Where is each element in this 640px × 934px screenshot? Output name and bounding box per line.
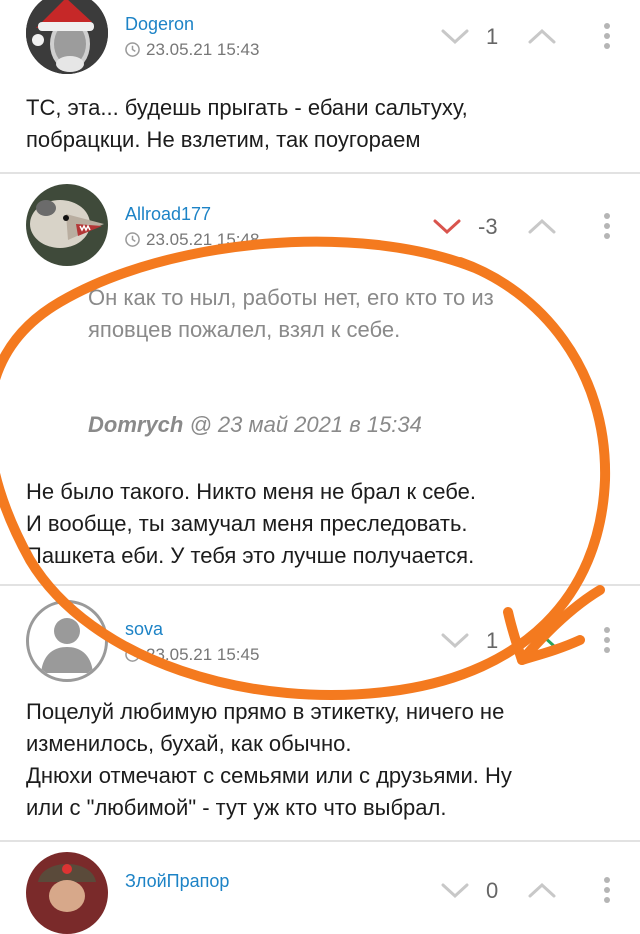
upvote-button[interactable] [527,881,557,899]
divider [0,840,640,842]
divider [0,172,640,174]
author-name[interactable]: Dogeron [125,14,194,35]
comment-line: побрацкци. Не взлетим, так поугораем [26,127,421,152]
comment-text: Не было такого. Никто меня не брал к себ… [26,476,476,572]
comment-timestamp: 23.05.21 15:48 [125,230,259,250]
more-options-icon[interactable] [602,212,612,240]
avatar[interactable] [26,852,108,934]
comment-line: изменилось, бухай, как обычно. [26,731,352,756]
comment-line: Пашкета еби. У тебя это лучше получается… [26,543,475,568]
soldier-avatar-icon [26,852,108,934]
quoted-text: Он как то ныл, работы нет, его кто то из… [88,282,494,346]
quote-line: Он как то ныл, работы нет, его кто то из [88,285,494,310]
santa-hat-avatar-icon [26,0,108,74]
comment-score: 0 [486,878,499,903]
author-name[interactable]: Allroad177 [125,204,211,225]
comment-timestamp: 23.05.21 15:45 [125,645,259,665]
downvote-button[interactable] [440,632,470,650]
quote-line: яповцев пожалел, взял к себе. [88,317,401,342]
avatar[interactable] [26,0,108,74]
timestamp-text: 23.05.21 15:48 [146,230,260,249]
clock-icon [125,232,140,247]
timestamp-text: 23.05.21 15:43 [146,40,260,59]
more-options-icon[interactable] [602,876,612,904]
quote-author[interactable]: Domrych [88,412,183,437]
divider [0,584,640,586]
comment-line: Днюхи отмечают с семьями или с друзьями.… [26,763,512,788]
clock-icon [125,647,140,662]
avatar[interactable] [26,600,108,682]
quote-attribution: Domrych @ 23 май 2021 в 15:34 [88,412,422,438]
downvote-button[interactable] [440,28,470,46]
comment-line: Поцелуй любимую прямо в этикетку, ничего… [26,699,505,724]
downvote-button[interactable] [440,882,470,900]
avatar[interactable] [26,184,108,266]
comment-line: И вообще, ты замучал меня преследовать. [26,511,468,536]
upvote-button[interactable] [527,27,557,45]
opossum-avatar-icon [26,184,108,266]
more-options-icon[interactable] [602,22,612,50]
comment-line: Не было такого. Никто меня не брал к себ… [26,479,476,504]
comment-text: ТС, эта... будешь прыгать - ебани сальту… [26,92,468,156]
clock-icon [125,42,140,57]
downvote-button-active[interactable] [432,218,462,236]
timestamp-text: 23.05.21 15:45 [146,645,260,664]
comment-timestamp: 23.05.21 15:43 [125,40,259,60]
upvote-button[interactable] [527,217,557,235]
comment-score: 1 [486,24,499,49]
default-user-avatar-icon [41,618,93,673]
more-options-icon[interactable] [602,626,612,654]
comment-score: 1 [486,628,499,653]
quote-date: @ 23 май 2021 в 15:34 [189,412,422,437]
comment-line: или с "любимой" - тут уж кто что выбрал. [26,795,447,820]
comment-line: ТС, эта... будешь прыгать - ебани сальту… [26,95,468,120]
comment-score: -3 [478,214,498,239]
author-name[interactable]: sova [125,619,163,640]
upvote-button-active[interactable] [527,631,557,649]
comment-text: Поцелуй любимую прямо в этикетку, ничего… [26,696,512,824]
